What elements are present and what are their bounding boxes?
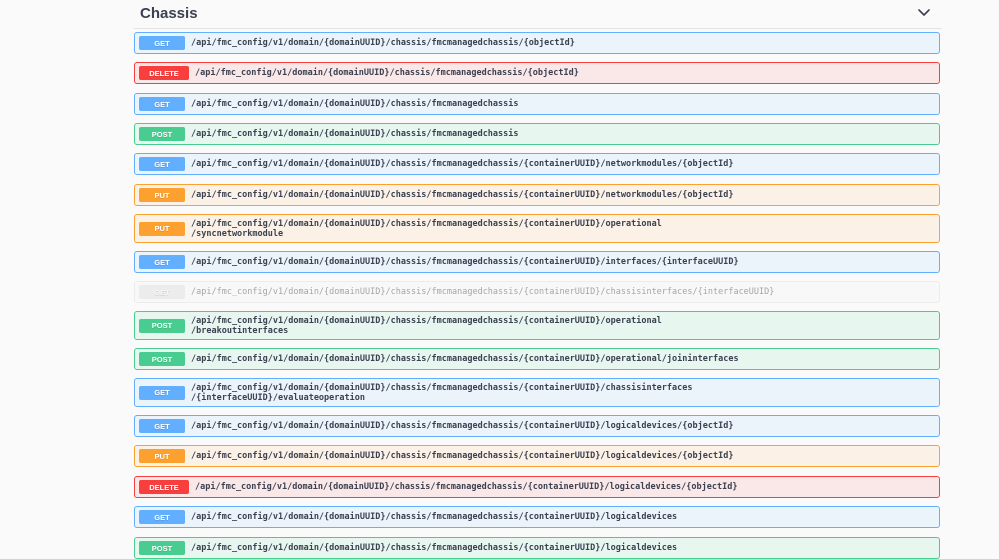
method-badge: DELETE	[139, 66, 189, 80]
operation-row-get[interactable]: GET/api/fmc_config/v1/domain/{domainUUID…	[134, 281, 940, 303]
operation-row-get[interactable]: GET/api/fmc_config/v1/domain/{domainUUID…	[134, 251, 940, 273]
endpoint-path: /api/fmc_config/v1/domain/{domainUUID}/c…	[191, 159, 734, 169]
method-badge: POST	[139, 318, 185, 333]
operation-row-post[interactable]: POST/api/fmc_config/v1/domain/{domainUUI…	[134, 348, 940, 370]
method-badge: POST	[139, 127, 185, 141]
endpoint-path: /api/fmc_config/v1/domain/{domainUUID}/c…	[191, 99, 519, 109]
method-badge: GET	[139, 255, 185, 269]
chevron-down-icon[interactable]	[916, 6, 932, 20]
endpoint-path: /api/fmc_config/v1/domain/{domainUUID}/c…	[191, 38, 575, 48]
method-badge: GET	[139, 385, 185, 400]
operation-row-get[interactable]: GET/api/fmc_config/v1/domain/{domainUUID…	[134, 378, 940, 407]
method-badge: GET	[139, 510, 185, 524]
operation-row-get[interactable]: GET/api/fmc_config/v1/domain/{domainUUID…	[134, 93, 940, 115]
operation-row-delete[interactable]: DELETE/api/fmc_config/v1/domain/{domainU…	[134, 476, 940, 498]
operation-row-get[interactable]: GET/api/fmc_config/v1/domain/{domainUUID…	[134, 415, 940, 437]
operation-row-post[interactable]: POST/api/fmc_config/v1/domain/{domainUUI…	[134, 123, 940, 145]
operation-row-post[interactable]: POST/api/fmc_config/v1/domain/{domainUUI…	[134, 311, 940, 340]
operation-row-put[interactable]: PUT/api/fmc_config/v1/domain/{domainUUID…	[134, 214, 940, 243]
method-badge: GET	[139, 419, 185, 433]
endpoint-path: /api/fmc_config/v1/domain/{domainUUID}/c…	[191, 451, 734, 461]
operation-row-post[interactable]: POST/api/fmc_config/v1/domain/{domainUUI…	[134, 537, 940, 559]
endpoint-path: /api/fmc_config/v1/domain/{domainUUID}/c…	[195, 68, 579, 78]
endpoint-path: /api/fmc_config/v1/domain/{domainUUID}/c…	[195, 482, 738, 492]
method-badge: PUT	[139, 188, 185, 202]
method-badge: POST	[139, 352, 185, 366]
endpoint-path: /api/fmc_config/v1/domain/{domainUUID}/c…	[191, 315, 662, 336]
section-header-chassis[interactable]: Chassis	[134, 0, 942, 29]
section-title: Chassis	[140, 5, 198, 22]
endpoint-path: /api/fmc_config/v1/domain/{domainUUID}/c…	[191, 543, 678, 553]
endpoint-path: /api/fmc_config/v1/domain/{domainUUID}/c…	[191, 354, 739, 364]
method-badge: GET	[139, 285, 185, 299]
endpoint-path: /api/fmc_config/v1/domain/{domainUUID}/c…	[191, 512, 678, 522]
endpoint-path: /api/fmc_config/v1/domain/{domainUUID}/c…	[191, 287, 775, 297]
method-badge: DELETE	[139, 480, 189, 494]
operation-row-put[interactable]: PUT/api/fmc_config/v1/domain/{domainUUID…	[134, 445, 940, 467]
method-badge: GET	[139, 157, 185, 171]
endpoint-path: /api/fmc_config/v1/domain/{domainUUID}/c…	[191, 421, 734, 431]
method-badge: GET	[139, 36, 185, 50]
method-badge: POST	[139, 541, 185, 555]
operation-row-get[interactable]: GET/api/fmc_config/v1/domain/{domainUUID…	[134, 32, 940, 54]
endpoint-path: /api/fmc_config/v1/domain/{domainUUID}/c…	[191, 257, 739, 267]
method-badge: GET	[139, 97, 185, 111]
endpoint-path: /api/fmc_config/v1/domain/{domainUUID}/c…	[191, 129, 519, 139]
method-badge: PUT	[139, 221, 185, 236]
method-badge: PUT	[139, 449, 185, 463]
operation-row-get[interactable]: GET/api/fmc_config/v1/domain/{domainUUID…	[134, 153, 940, 175]
operation-row-put[interactable]: PUT/api/fmc_config/v1/domain/{domainUUID…	[134, 184, 940, 206]
operation-row-get[interactable]: GET/api/fmc_config/v1/domain/{domainUUID…	[134, 506, 940, 528]
endpoint-path: /api/fmc_config/v1/domain/{domainUUID}/c…	[191, 190, 734, 200]
operation-row-delete[interactable]: DELETE/api/fmc_config/v1/domain/{domainU…	[134, 62, 940, 84]
endpoint-path: /api/fmc_config/v1/domain/{domainUUID}/c…	[191, 218, 662, 239]
endpoint-path: /api/fmc_config/v1/domain/{domainUUID}/c…	[191, 382, 693, 403]
